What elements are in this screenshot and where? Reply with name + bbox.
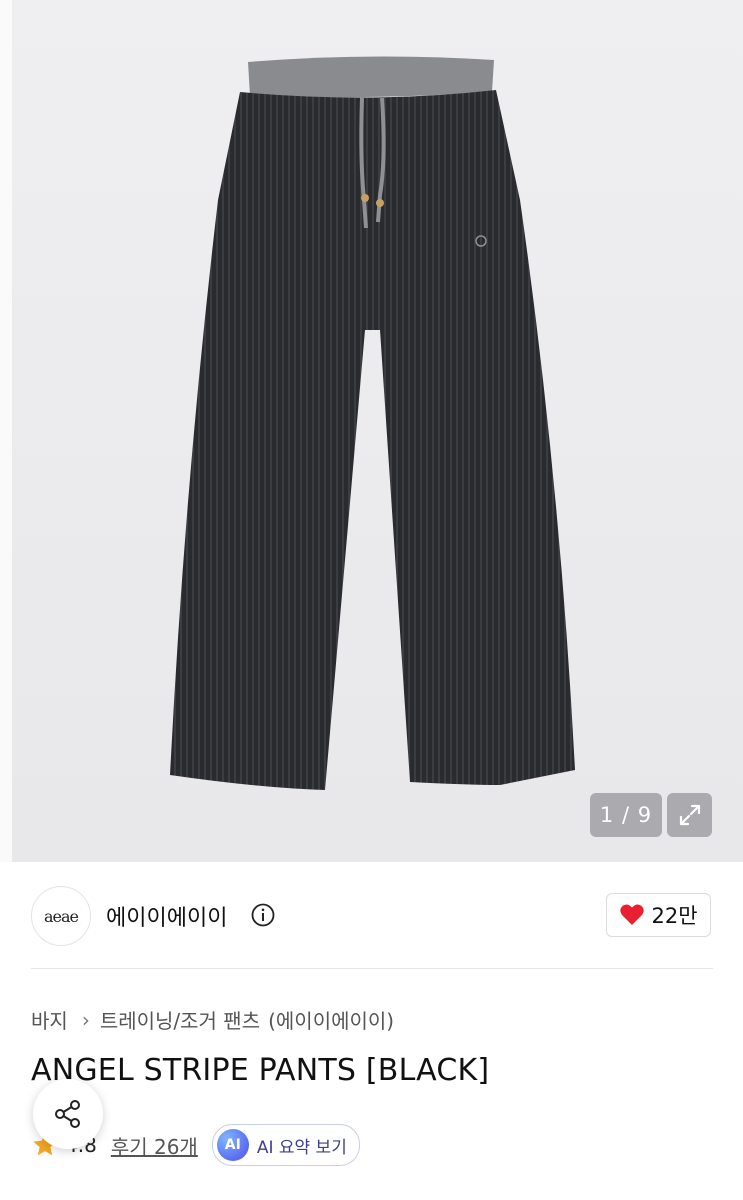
- ai-summary-label: AI 요약 보기: [256, 1137, 347, 1158]
- info-icon[interactable]: [251, 903, 275, 927]
- brand-row: aeae 에이이에이이 22만: [0, 862, 743, 968]
- like-count: 22만: [651, 904, 698, 928]
- ai-badge-icon: AI: [216, 1129, 249, 1161]
- share-icon: [55, 1100, 80, 1128]
- share-button[interactable]: [33, 1079, 103, 1149]
- brand-logo[interactable]: aeae: [31, 886, 91, 946]
- brand-name[interactable]: 에이이에이이: [106, 900, 227, 932]
- expand-button[interactable]: [667, 793, 712, 837]
- product-image[interactable]: [0, 0, 743, 862]
- breadcrumb: 바지 › 트레이닝/조거 팬츠 (에이이에이이): [31, 1005, 394, 1034]
- review-link[interactable]: 후기 26개: [111, 1131, 198, 1160]
- like-button[interactable]: 22만: [606, 893, 711, 937]
- breadcrumb-brand[interactable]: (에이이에이이): [268, 1005, 394, 1034]
- image-counter: 1 / 9: [590, 793, 662, 837]
- ai-summary-button[interactable]: AI AI 요약 보기: [211, 1124, 360, 1166]
- product-gallery[interactable]: 1 / 9: [0, 0, 743, 862]
- breadcrumb-category[interactable]: 바지: [31, 1005, 68, 1034]
- expand-icon: [679, 804, 700, 826]
- product-title: ANGEL STRIPE PANTS [BLACK]: [31, 1053, 490, 1088]
- chevron-right-icon: ›: [81, 1007, 90, 1032]
- heart-icon: [620, 904, 645, 925]
- brand-logo-text: aeae: [43, 906, 79, 926]
- breadcrumb-subcategory[interactable]: 트레이닝/조거 팬츠: [100, 1005, 260, 1034]
- divider: [31, 968, 713, 969]
